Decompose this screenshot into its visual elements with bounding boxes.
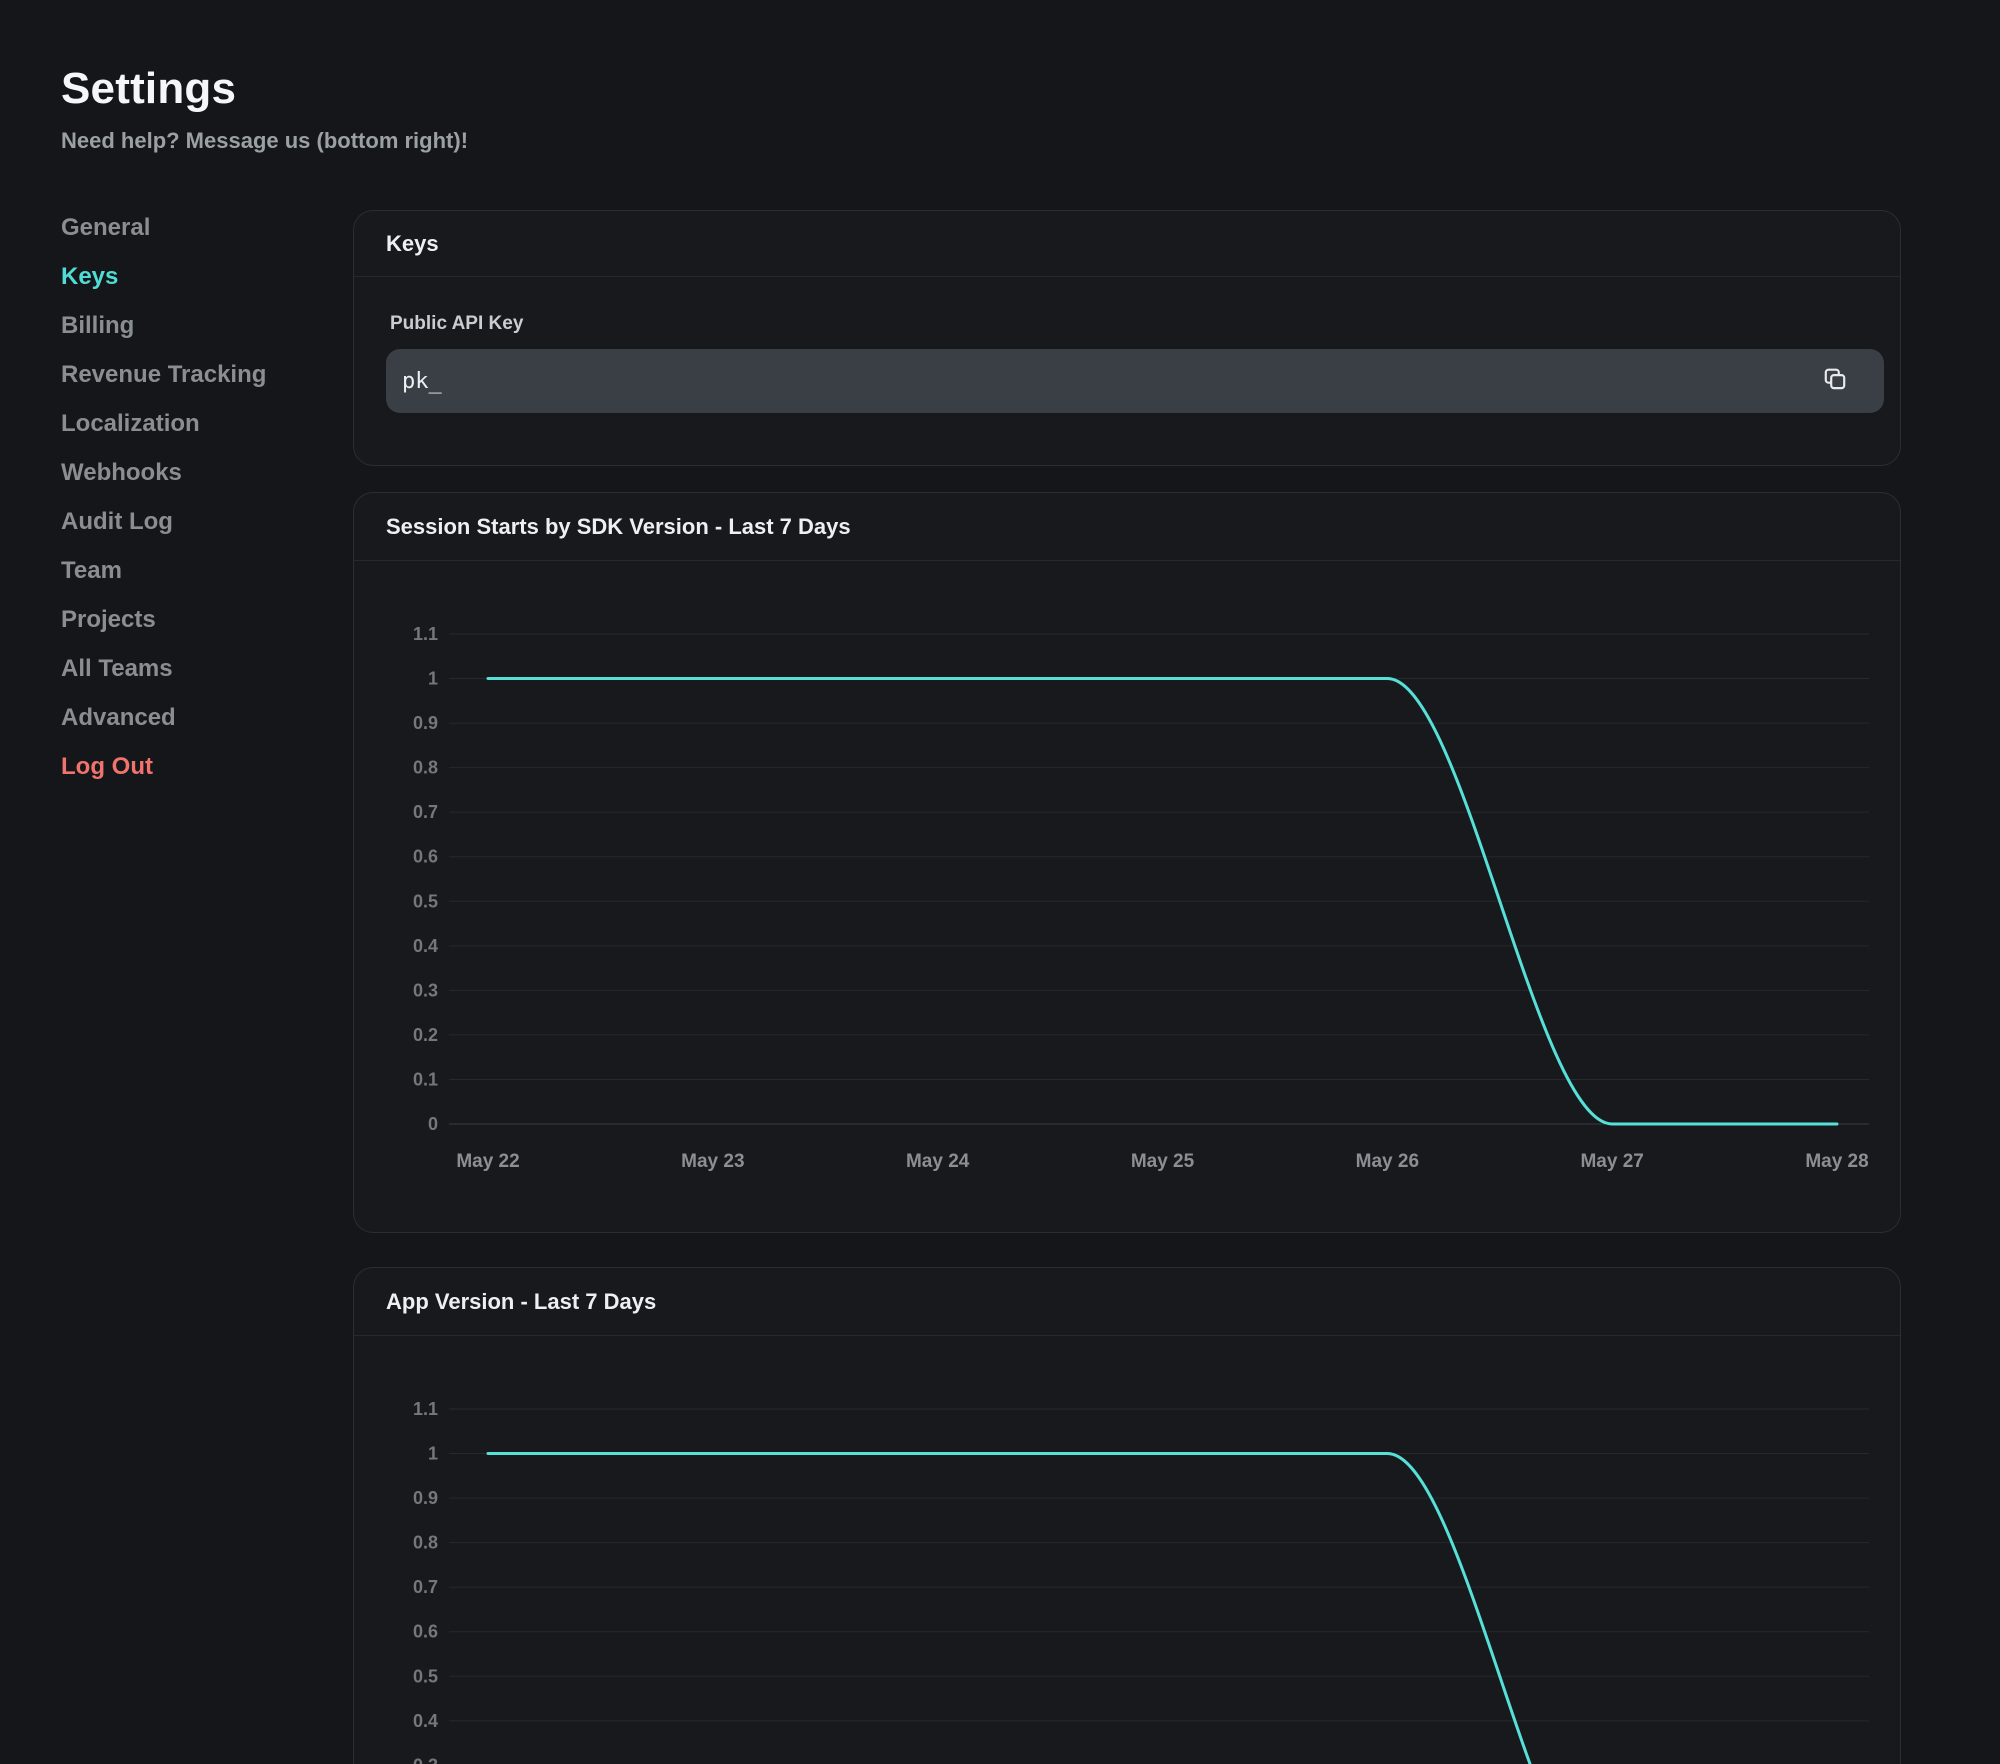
y-tick-label: 0.7 — [413, 1577, 438, 1597]
settings-page: Settings Need help? Message us (bottom r… — [0, 0, 2000, 1764]
chart-card-session-starts-header: Session Starts by SDK Version - Last 7 D… — [354, 493, 1900, 561]
y-tick-label: 0.9 — [413, 713, 438, 733]
y-tick-label: 0.8 — [413, 758, 438, 778]
y-tick-label: 1.1 — [413, 624, 438, 644]
sidebar-item-localization[interactable]: Localization — [61, 399, 311, 448]
chart-title-app-version: App Version - Last 7 Days — [386, 1289, 656, 1315]
copy-icon — [1822, 367, 1848, 396]
y-tick-label: 0.2 — [413, 1025, 438, 1045]
chart-svg: 1.110.90.80.70.60.50.40.30.20.10May 22Ma… — [354, 1336, 1900, 1764]
chart-title-session-starts: Session Starts by SDK Version - Last 7 D… — [386, 514, 851, 540]
x-tick-label: May 22 — [456, 1151, 519, 1172]
y-tick-label: 0.7 — [413, 802, 438, 822]
y-tick-label: 0.1 — [413, 1069, 438, 1089]
y-tick-label: 0.6 — [413, 847, 438, 867]
sidebar-item-team[interactable]: Team — [61, 546, 311, 595]
x-tick-label: May 23 — [681, 1151, 744, 1172]
y-tick-label: 0.5 — [413, 891, 438, 911]
y-tick-label: 0.5 — [413, 1666, 438, 1686]
y-tick-label: 0.3 — [413, 1755, 438, 1764]
page-title: Settings — [61, 64, 468, 114]
y-tick-label: 0 — [428, 1114, 438, 1134]
x-tick-label: May 26 — [1356, 1151, 1419, 1172]
x-tick-label: May 25 — [1131, 1151, 1195, 1172]
y-tick-label: 0.9 — [413, 1488, 438, 1508]
sidebar-item-projects[interactable]: Projects — [61, 595, 311, 644]
sidebar-item-keys[interactable]: Keys — [61, 252, 311, 301]
public-api-key-label: Public API Key — [390, 313, 523, 335]
public-api-key-field[interactable]: pk_ — [386, 349, 1884, 413]
y-tick-label: 0.4 — [413, 1711, 438, 1731]
y-tick-label: 0.6 — [413, 1622, 438, 1642]
keys-card-header: Keys — [354, 211, 1900, 277]
chart-session-starts: 1.1 1 0.9 0.8 0.7 0.6 0.5 0.4 0.3 0.2 0.1 0 May 22 Ma… — [354, 561, 1900, 1234]
y-tick-label: 1 — [428, 1444, 438, 1464]
y-tick-label: 0.3 — [413, 980, 438, 1000]
chart-app-version: 1.110.90.80.70.60.50.40.30.20.10May 22Ma… — [354, 1336, 1900, 1764]
sidebar-item-log-out[interactable]: Log Out — [61, 742, 311, 791]
x-tick-label: May 24 — [906, 1151, 970, 1172]
public-api-key-value: pk_ — [402, 369, 442, 394]
sidebar-item-billing[interactable]: Billing — [61, 301, 311, 350]
page-header: Settings Need help? Message us (bottom r… — [61, 64, 468, 154]
sidebar-item-webhooks[interactable]: Webhooks — [61, 448, 311, 497]
y-tick-label: 1 — [428, 669, 438, 689]
sidebar: GeneralKeysBillingRevenue TrackingLocali… — [61, 203, 311, 791]
chart-card-app-version: App Version - Last 7 Days 1.1 1 0.9 0.8 0.7 0… — [353, 1267, 1901, 1764]
y-tick-label: 0.4 — [413, 936, 438, 956]
copy-api-key-button[interactable] — [1817, 363, 1853, 399]
chart-card-session-starts: Session Starts by SDK Version - Last 7 D… — [353, 492, 1901, 1233]
sidebar-item-all-teams[interactable]: All Teams — [61, 644, 311, 693]
x-tick-label: May 27 — [1580, 1151, 1643, 1172]
series-line — [488, 1454, 1837, 1764]
page-subtitle: Need help? Message us (bottom right)! — [61, 128, 468, 154]
keys-card: Keys Public API Key pk_ — [353, 210, 1901, 466]
x-tick-label: May 28 — [1805, 1151, 1868, 1172]
y-tick-label: 0.8 — [413, 1533, 438, 1553]
y-tick-label: 1.1 — [413, 1399, 438, 1419]
sidebar-item-revenue-tracking[interactable]: Revenue Tracking — [61, 350, 311, 399]
sidebar-item-advanced[interactable]: Advanced — [61, 693, 311, 742]
chart-svg: 1.1 1 0.9 0.8 0.7 0.6 0.5 0.4 0.3 0.2 0.1 0 May 22 Ma… — [354, 561, 1900, 1234]
keys-card-title: Keys — [386, 231, 439, 257]
chart-card-app-version-header: App Version - Last 7 Days — [354, 1268, 1900, 1336]
sidebar-item-audit-log[interactable]: Audit Log — [61, 497, 311, 546]
sidebar-item-general[interactable]: General — [61, 203, 311, 252]
